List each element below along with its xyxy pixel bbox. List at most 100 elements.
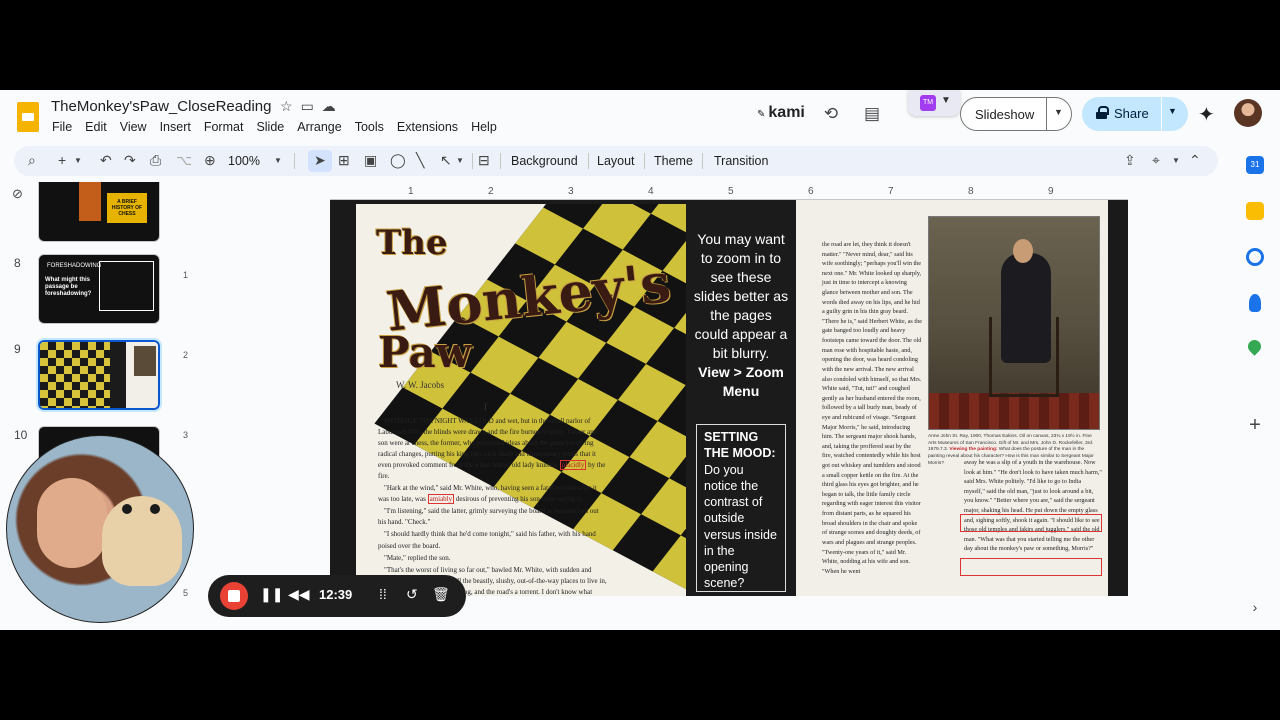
filmstrip-settings-icon[interactable]: ⊘ bbox=[12, 186, 23, 202]
chevron-down-icon[interactable]: ▼ bbox=[1054, 107, 1063, 117]
chevron-down-icon: ▼ bbox=[941, 95, 951, 106]
menu-edit[interactable]: Edit bbox=[85, 120, 107, 134]
tasks-icon[interactable] bbox=[1246, 248, 1264, 266]
thumbnail-painting bbox=[134, 346, 156, 376]
keep-icon[interactable] bbox=[1246, 202, 1264, 220]
line-icon[interactable]: ╲ bbox=[416, 152, 424, 169]
undo-icon[interactable]: ↶ bbox=[100, 152, 112, 169]
mood-heading: SETTING THE MOOD: bbox=[704, 430, 776, 461]
comments-icon[interactable]: ▤ bbox=[861, 103, 883, 125]
rewind-icon[interactable]: ◀◀ bbox=[288, 586, 310, 603]
document-title[interactable]: TheMonkey'sPaw_CloseReading bbox=[51, 98, 271, 115]
print-icon[interactable]: ⎙ bbox=[150, 152, 161, 169]
chihuahua-dog bbox=[102, 496, 182, 586]
background-button[interactable]: Background bbox=[511, 154, 578, 168]
delete-trash-icon[interactable]: 🗑 bbox=[432, 586, 450, 603]
move-folder-icon[interactable]: ▭ bbox=[301, 98, 314, 115]
add-comment-icon[interactable]: ⊟ bbox=[478, 152, 490, 169]
story-paragraph: "Mate," replied the son. bbox=[384, 553, 451, 562]
painting-rug bbox=[929, 393, 1099, 429]
grid-drag-icon[interactable]: ⁞⁞ bbox=[379, 586, 387, 602]
theme-button[interactable]: Theme bbox=[654, 154, 693, 168]
new-slide-icon[interactable]: + bbox=[58, 152, 66, 168]
text-box-icon[interactable]: ⊞ bbox=[338, 152, 350, 169]
ruler-tick: 3 bbox=[183, 430, 189, 440]
zoom-level[interactable]: 100% bbox=[228, 154, 260, 168]
contacts-icon[interactable] bbox=[1249, 294, 1261, 312]
thumbnail-image bbox=[79, 182, 101, 221]
story-title-line-3: Paw bbox=[378, 328, 472, 377]
webcam-bubble[interactable] bbox=[6, 435, 194, 623]
chevron-right-icon[interactable]: › bbox=[1246, 598, 1264, 616]
shape-icon[interactable]: ◯ bbox=[390, 152, 406, 169]
horizontal-ruler: 1 2 3 4 5 6 7 8 9 bbox=[330, 186, 1128, 200]
menu-view[interactable]: View bbox=[120, 120, 147, 134]
menu-format[interactable]: Format bbox=[204, 120, 244, 134]
slide-canvas[interactable]: The Monkey's Paw W. W. Jacobs I WITHOUT,… bbox=[330, 200, 1128, 596]
menu-slide[interactable]: Slide bbox=[256, 120, 284, 134]
story-title-line-1: The bbox=[376, 223, 448, 263]
ruler-tick: 9 bbox=[1048, 186, 1054, 197]
paint-format-icon[interactable]: ⌥ bbox=[176, 152, 192, 169]
share-button[interactable]: Share ▼ bbox=[1082, 97, 1188, 131]
menu-arrange[interactable]: Arrange bbox=[297, 120, 341, 134]
divider bbox=[472, 153, 473, 169]
thumbnail-chessboard bbox=[40, 342, 110, 408]
slide-thumbnail-9-active[interactable] bbox=[36, 338, 162, 412]
slide-thumbnail-7[interactable]: A BRIEF HISTORY OF CHESS bbox=[38, 182, 160, 242]
divider bbox=[644, 153, 645, 169]
chevron-down-icon[interactable]: ▼ bbox=[456, 156, 464, 165]
story-text: WITHOUT, THE NIGHT WAS COLD and wet, but… bbox=[378, 416, 608, 596]
redo-icon[interactable]: ↷ bbox=[124, 152, 136, 169]
extension-popup[interactable]: TM ▼ bbox=[908, 90, 960, 116]
gemini-sparkle-icon[interactable]: ✦ bbox=[1198, 102, 1215, 127]
zoom-icon[interactable]: ⊕ bbox=[204, 152, 216, 169]
version-history-icon[interactable]: ⟲ bbox=[820, 103, 842, 125]
ruler-tick: 4 bbox=[648, 186, 654, 197]
story-text-run: desirous of preventing his son from seei… bbox=[455, 495, 583, 504]
menu-extensions[interactable]: Extensions bbox=[397, 120, 458, 134]
pause-icon[interactable]: ❚❚ bbox=[260, 586, 283, 603]
layout-button[interactable]: Layout bbox=[597, 154, 635, 168]
story-page-right: the road are let, they think it doesn't … bbox=[796, 200, 1108, 596]
story-paragraph: "I'm listening," said the latter, grimly… bbox=[378, 507, 599, 527]
slide-thumbnail-8[interactable]: FORESHADOWING What might this passage be… bbox=[38, 254, 160, 324]
menu-insert[interactable]: Insert bbox=[160, 120, 191, 134]
calendar-icon[interactable]: 31 bbox=[1246, 156, 1264, 174]
collapse-toolbar-icon[interactable]: ⌃ bbox=[1189, 152, 1201, 169]
chevron-down-icon[interactable]: ▼ bbox=[1168, 106, 1177, 116]
zoom-tip: You may want to zoom in to see these sli… bbox=[693, 231, 789, 362]
chevron-down-icon[interactable]: ▼ bbox=[274, 156, 282, 165]
restart-icon[interactable]: ↺ bbox=[406, 586, 418, 603]
menu-tools[interactable]: Tools bbox=[355, 120, 384, 134]
slideshow-button[interactable]: Slideshow ▼ bbox=[960, 97, 1072, 131]
insert-image-icon[interactable]: ▣ bbox=[364, 152, 377, 169]
vocab-highlight-amiably: amiably bbox=[427, 494, 455, 505]
transition-button[interactable]: Transition bbox=[714, 154, 768, 168]
chevron-down-icon[interactable]: ▼ bbox=[74, 156, 82, 165]
select-cursor-icon[interactable]: ➤ bbox=[314, 152, 326, 169]
insert-media-icon[interactable]: ⇪ bbox=[1124, 152, 1136, 169]
search-menus-icon[interactable]: ⌕ bbox=[28, 152, 36, 169]
setting-the-mood-box: SETTING THE MOOD: Do you notice the cont… bbox=[696, 424, 786, 592]
editing-toolbar: ⌕ + ▼ ↶ ↷ ⎙ ⌥ ⊕ 100% ▼ ➤ ⊞ ▣ ◯ ╲ ↖ ▼ ⊟ B… bbox=[14, 146, 1218, 176]
stop-recording-button[interactable] bbox=[220, 582, 248, 610]
story-page-left: The Monkey's Paw W. W. Jacobs I WITHOUT,… bbox=[356, 204, 686, 596]
menu-file[interactable]: File bbox=[52, 120, 72, 134]
caption-label: Viewing the painting: bbox=[949, 447, 998, 453]
pointer-pen-icon[interactable]: ⌖ bbox=[1152, 152, 1160, 169]
maps-icon[interactable] bbox=[1245, 337, 1264, 356]
cloud-status-icon[interactable]: ☁ bbox=[322, 98, 336, 115]
ruler-tick: 5 bbox=[728, 186, 734, 197]
extension-icon: TM bbox=[920, 95, 936, 111]
menu-help[interactable]: Help bbox=[471, 120, 497, 134]
account-avatar[interactable] bbox=[1234, 99, 1262, 127]
get-addons-icon[interactable]: + bbox=[1246, 415, 1264, 435]
ruler-tick: 3 bbox=[568, 186, 574, 197]
slides-logo-icon[interactable] bbox=[17, 102, 39, 132]
slideshow-label: Slideshow bbox=[975, 107, 1035, 122]
kami-button[interactable]: ✎ kami bbox=[757, 104, 805, 122]
star-icon[interactable]: ☆ bbox=[280, 98, 293, 115]
line-options-icon[interactable]: ↖ bbox=[440, 152, 452, 169]
chevron-down-icon[interactable]: ▼ bbox=[1172, 156, 1180, 165]
